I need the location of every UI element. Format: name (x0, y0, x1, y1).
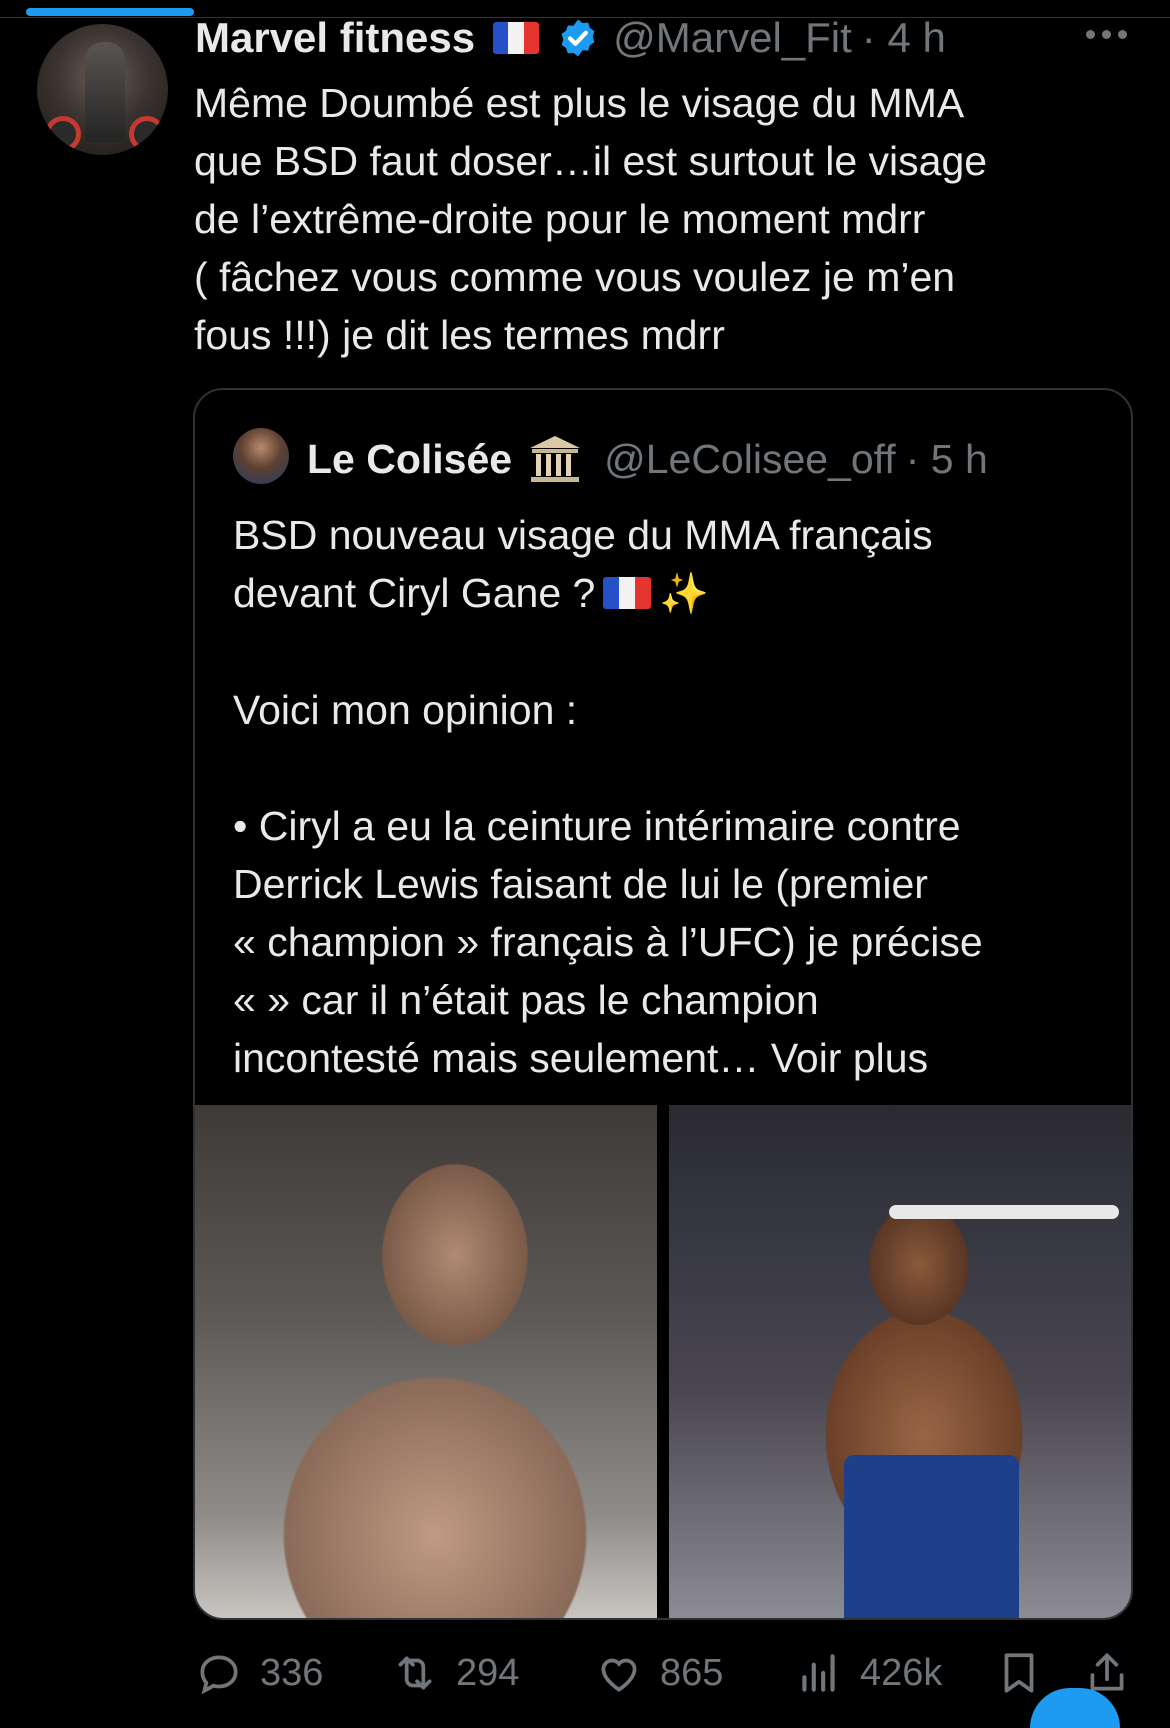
retweet-count: 294 (456, 1651, 520, 1694)
retweet-icon (398, 1656, 432, 1690)
like-count: 865 (660, 1651, 724, 1694)
verified-badge-icon (561, 19, 595, 57)
media-grid (195, 1105, 1131, 1618)
timestamp: · 4 h (861, 14, 946, 61)
tweet-header: Marvel fitness @Marvel_Fit · 4 h (195, 14, 946, 62)
avatar-plate (129, 116, 165, 152)
reply-button[interactable]: 336 (194, 1648, 323, 1698)
quote-avatar[interactable] (233, 428, 289, 484)
quote-text-body: Voici mon opinion : • Ciryl a eu la cein… (233, 687, 983, 1081)
bookmark-icon (1004, 1653, 1034, 1693)
quote-text: BSD nouveau visage du MMA français devan… (233, 506, 1113, 1087)
retweet-button[interactable]: 294 (390, 1648, 519, 1698)
quote-timestamp: · 5 h (905, 435, 988, 482)
views-count: 426k (860, 1651, 943, 1694)
bookmark-button[interactable] (994, 1648, 1044, 1698)
more-icon[interactable] (1086, 30, 1127, 39)
quote-header: Le Colisée @LeColisee_off · 5 h (307, 432, 988, 486)
reply-count: 336 (260, 1651, 324, 1694)
views-button[interactable]: 426k (794, 1648, 942, 1698)
cage-rail (889, 1205, 1119, 1219)
tweet-text: Même Doumbé est plus le visage du MMA qu… (194, 80, 988, 358)
avatar[interactable] (37, 24, 168, 155)
views-icon (802, 1654, 835, 1692)
avatar-figure (85, 42, 125, 142)
like-button[interactable]: 865 (594, 1648, 723, 1698)
classical-building-icon (530, 436, 581, 482)
quote-text-intro: BSD nouveau visage du MMA français devan… (233, 512, 933, 616)
reply-icon (200, 1655, 238, 1695)
france-flag-icon (493, 22, 540, 54)
quoted-tweet[interactable]: Le Colisée @LeColisee_off · 5 h BSD nouv… (193, 388, 1133, 1620)
action-bar: 336 294 865 426k (194, 1648, 1130, 1698)
like-icon (601, 1658, 637, 1692)
quote-handle: @LeColisee_off (604, 435, 896, 482)
photo-fighter-right[interactable] (669, 1105, 1131, 1618)
see-more-link[interactable]: Voir plus (759, 1035, 928, 1081)
quote-display-name: Le Colisée (307, 435, 513, 482)
display-name[interactable]: Marvel fitness (195, 14, 475, 62)
fighter-shorts (844, 1455, 1019, 1618)
tab-indicator (26, 8, 194, 16)
photo-fighter-left[interactable] (195, 1105, 657, 1618)
handle[interactable]: @Marvel_Fit (613, 14, 852, 62)
sparkles-icon: ✨ (659, 572, 710, 616)
avatar-plate (45, 116, 81, 152)
france-flag-icon (603, 577, 652, 609)
